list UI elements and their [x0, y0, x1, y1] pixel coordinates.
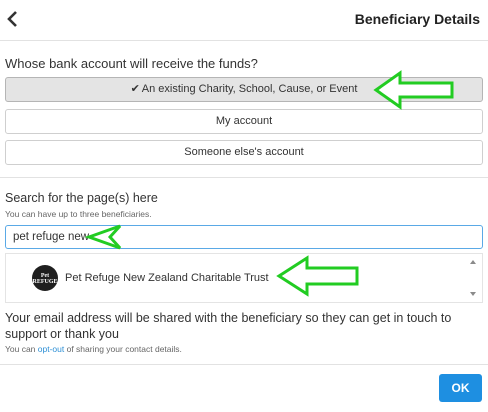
header: Beneficiary Details — [0, 0, 488, 40]
header-divider — [0, 40, 488, 41]
optout-text: You can opt-out of sharing your contact … — [5, 344, 182, 354]
chevron-left-icon — [7, 11, 17, 27]
search-input[interactable] — [5, 225, 483, 249]
search-label: Search for the page(s) here — [5, 191, 158, 205]
footer-divider — [0, 364, 488, 365]
option-label: My account — [215, 115, 273, 127]
charity-logo: Pet REFUGE — [32, 265, 58, 291]
back-button[interactable] — [4, 8, 22, 30]
search-hint: You can have up to three beneficiaries. — [5, 209, 152, 219]
scroll-down-icon[interactable] — [470, 292, 476, 296]
option-label: An existing Charity, School, Cause, or E… — [141, 83, 358, 95]
scroll-up-icon[interactable] — [470, 260, 476, 264]
result-name: Pet Refuge New Zealand Charitable Trust — [65, 272, 269, 284]
option-existing-charity[interactable]: ✔ An existing Charity, School, Cause, or … — [5, 77, 483, 102]
option-my-account[interactable]: My account — [5, 109, 483, 134]
search-results-dropdown: Pet REFUGE Pet Refuge New Zealand Charit… — [5, 253, 483, 303]
ok-button[interactable]: OK — [439, 374, 482, 402]
section-divider — [0, 177, 488, 178]
optout-link[interactable]: opt-out — [38, 344, 64, 354]
option-someone-else[interactable]: Someone else's account — [5, 140, 483, 165]
page-title: Beneficiary Details — [354, 11, 480, 27]
search-result-item[interactable]: Pet REFUGE Pet Refuge New Zealand Charit… — [6, 257, 468, 301]
email-share-notice: Your email address will be shared with t… — [5, 311, 452, 341]
option-label: Someone else's account — [184, 146, 304, 158]
bank-account-question: Whose bank account will receive the fund… — [5, 56, 258, 71]
checkmark-icon: ✔ — [130, 83, 140, 95]
